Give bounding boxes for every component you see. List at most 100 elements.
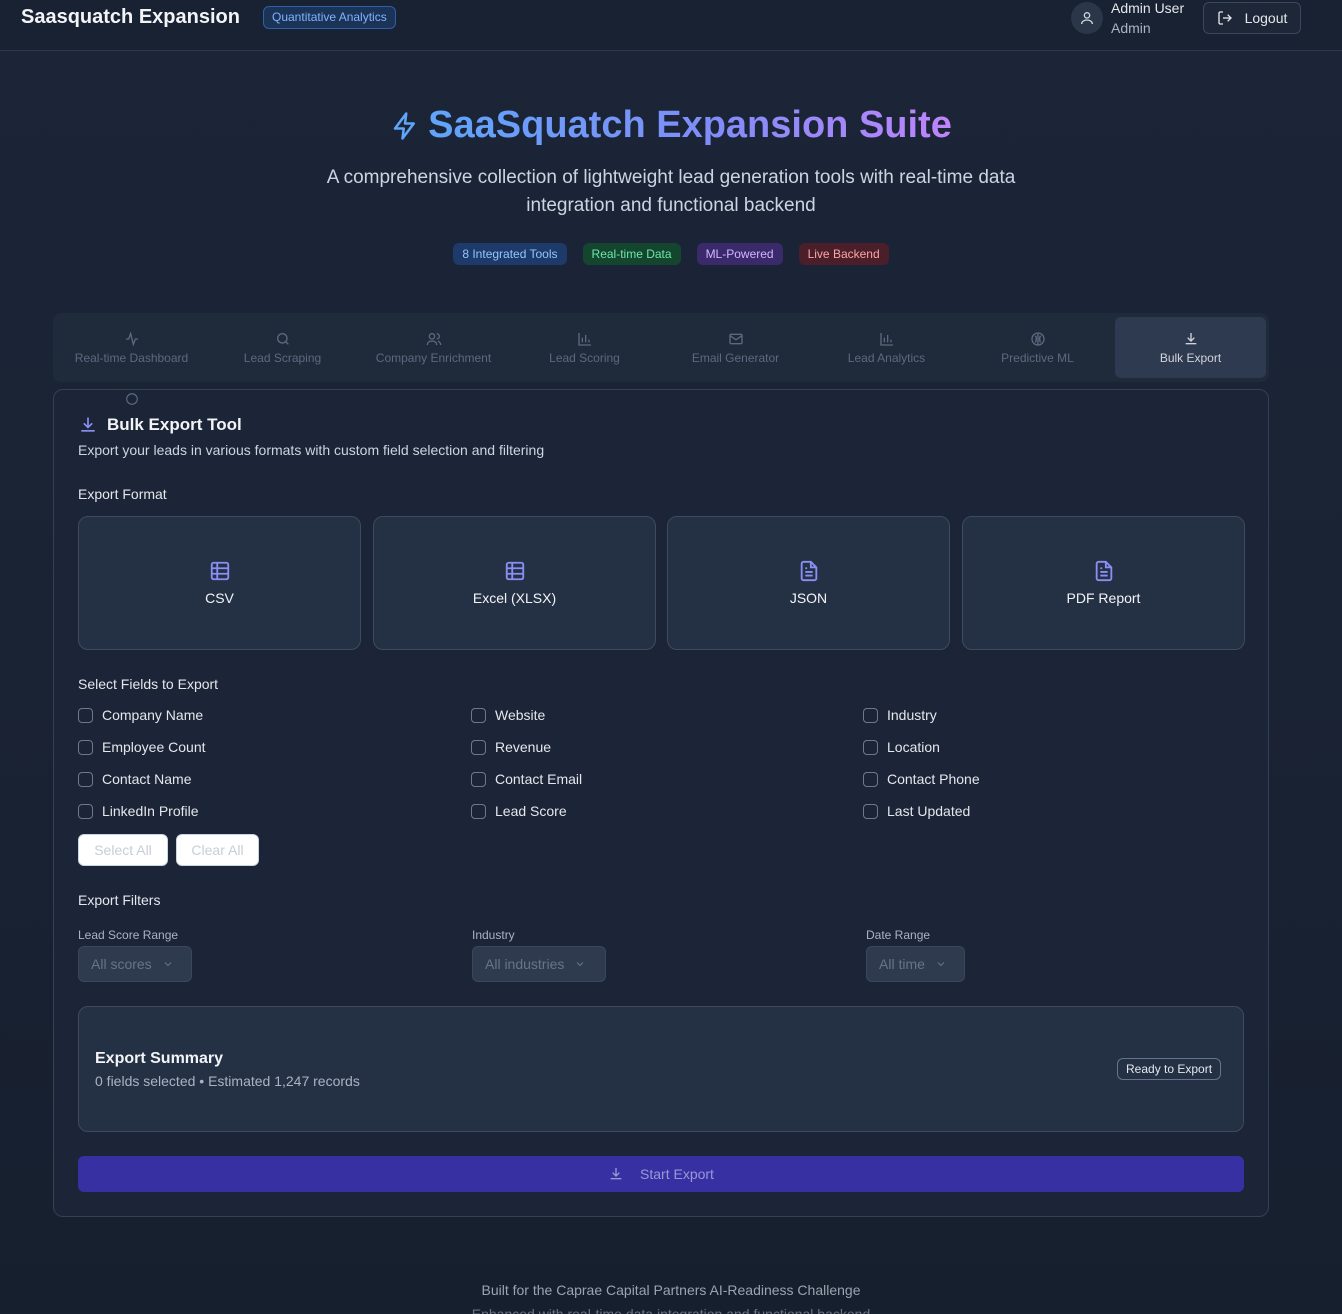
logout-label: Logout xyxy=(1244,10,1288,26)
tab-company-enrichment[interactable]: Company Enrichment xyxy=(358,317,509,378)
field-label: Lead Score xyxy=(495,803,567,819)
tab-label: Lead Analytics xyxy=(847,350,926,365)
checkbox[interactable] xyxy=(471,707,486,723)
field-lead-score[interactable]: Lead Score xyxy=(471,803,567,819)
format-option-pdf[interactable]: PDF Report xyxy=(962,516,1245,650)
export-format-label: Export Format xyxy=(78,486,167,502)
format-label: PDF Report xyxy=(1066,590,1141,606)
footer-line-1: Built for the Caprae Capital Partners AI… xyxy=(481,1282,861,1298)
field-employee-count[interactable]: Employee Count xyxy=(78,739,206,755)
format-label: CSV xyxy=(205,590,234,606)
checkbox[interactable] xyxy=(471,771,486,787)
checkbox[interactable] xyxy=(471,739,486,755)
app-brand[interactable]: Saasquatch Expansion xyxy=(21,6,240,29)
tab-lead-analytics[interactable]: Lead Analytics xyxy=(811,317,962,378)
tab-lead-scoring[interactable]: Lead Scoring xyxy=(509,317,660,378)
pill-integrated-tools: 8 Integrated Tools xyxy=(453,243,567,265)
pill-realtime-data: Real-time Data xyxy=(582,243,681,265)
checkbox[interactable] xyxy=(863,771,878,787)
field-label: Contact Email xyxy=(495,771,583,787)
table-icon xyxy=(505,561,524,581)
lightning-icon xyxy=(393,112,416,140)
format-label: JSON xyxy=(789,590,828,606)
lead-score-select[interactable]: All scores xyxy=(78,946,192,982)
field-contact-phone[interactable]: Contact Phone xyxy=(863,771,980,787)
tab-label: Bulk Export xyxy=(1159,350,1222,365)
field-label: Website xyxy=(495,707,546,723)
tab-bulk-export[interactable]: Bulk Export xyxy=(1115,317,1266,378)
brand-badge: Quantitative Analytics xyxy=(263,6,396,29)
tab-label: Real-time Dashboard xyxy=(74,350,189,365)
fields-label: Select Fields to Export xyxy=(78,676,219,692)
field-contact-name[interactable]: Contact Name xyxy=(78,771,191,787)
format-option-excel[interactable]: Excel (XLSX) xyxy=(373,516,656,650)
chevron-down-icon xyxy=(937,962,945,967)
start-export-button[interactable]: Start Export xyxy=(78,1156,1244,1192)
export-summary-panel xyxy=(78,1006,1244,1132)
field-label: LinkedIn Profile xyxy=(102,803,199,819)
card-title: Bulk Export Tool xyxy=(78,415,242,435)
field-industry[interactable]: Industry xyxy=(863,707,937,723)
bar-chart-icon xyxy=(879,332,893,346)
user-icon xyxy=(1081,12,1093,25)
field-company-name[interactable]: Company Name xyxy=(78,707,203,723)
field-location[interactable]: Location xyxy=(863,739,940,755)
field-label: Location xyxy=(887,739,940,755)
tab-lead-scraping[interactable]: Lead Scraping xyxy=(207,317,358,378)
tab-label: Lead Scoring xyxy=(549,350,620,365)
select-value: All scores xyxy=(91,956,152,972)
format-option-json[interactable]: JSON xyxy=(667,516,950,650)
hero-title: SaaSquatch Expansion Suite xyxy=(0,104,1342,147)
checkbox[interactable] xyxy=(78,707,93,723)
hero-title-text: SaaSquatch Expansion Suite xyxy=(428,104,952,146)
tab-predictive-ml[interactable]: Predictive ML xyxy=(962,317,1113,378)
tab-realtime-dashboard[interactable]: Real-time Dashboard xyxy=(56,317,207,378)
industry-select[interactable]: All industries xyxy=(472,946,606,982)
tab-label: Predictive ML xyxy=(1001,350,1074,365)
user-avatar[interactable] xyxy=(1071,2,1103,34)
users-icon xyxy=(426,332,441,345)
start-export-label: Start Export xyxy=(640,1166,714,1182)
field-label: Contact Name xyxy=(102,771,192,787)
feature-pills: 8 Integrated Tools Real-time Data ML-Pow… xyxy=(0,243,1342,265)
date-range-select[interactable]: All time xyxy=(866,946,965,982)
circle-icon xyxy=(126,393,138,405)
user-role: Admin xyxy=(1111,20,1151,36)
filters-label: Export Filters xyxy=(78,892,161,908)
format-option-csv[interactable]: CSV xyxy=(78,516,361,650)
tab-email-generator[interactable]: Email Generator xyxy=(660,317,811,378)
field-revenue[interactable]: Revenue xyxy=(471,739,551,755)
card-title-text: Bulk Export Tool xyxy=(107,415,242,434)
bar-chart-icon xyxy=(577,332,591,346)
checkbox[interactable] xyxy=(863,803,878,819)
search-icon xyxy=(276,332,289,345)
tab-label: Email Generator xyxy=(691,350,780,365)
table-icon xyxy=(210,561,229,581)
download-icon xyxy=(1185,332,1196,344)
activity-icon xyxy=(125,330,138,347)
checkbox[interactable] xyxy=(78,771,93,787)
field-contact-email[interactable]: Contact Email xyxy=(471,771,582,787)
format-label: Excel (XLSX) xyxy=(472,590,557,606)
field-last-updated[interactable]: Last Updated xyxy=(863,803,970,819)
logout-button[interactable]: Logout xyxy=(1203,2,1301,34)
brain-icon xyxy=(1030,331,1045,346)
logout-icon xyxy=(1217,11,1232,25)
field-label: Revenue xyxy=(495,739,552,755)
checkbox[interactable] xyxy=(471,803,486,819)
select-all-button[interactable]: Select All xyxy=(78,834,168,866)
checkbox[interactable] xyxy=(863,707,878,723)
field-label: Contact Phone xyxy=(887,771,980,787)
filter-label-lead-score: Lead Score Range xyxy=(78,928,179,942)
checkbox[interactable] xyxy=(78,739,93,755)
field-label: Employee Count xyxy=(102,739,206,755)
ready-badge: Ready to Export xyxy=(1117,1058,1222,1080)
select-value: All time xyxy=(879,956,925,972)
pill-live-backend: Live Backend xyxy=(798,243,889,265)
checkbox[interactable] xyxy=(78,803,93,819)
field-linkedin-profile[interactable]: LinkedIn Profile xyxy=(78,803,199,819)
checkbox[interactable] xyxy=(863,739,878,755)
summary-title: Export Summary xyxy=(95,1050,224,1067)
field-website[interactable]: Website xyxy=(471,707,545,723)
clear-all-button[interactable]: Clear All xyxy=(176,834,259,866)
